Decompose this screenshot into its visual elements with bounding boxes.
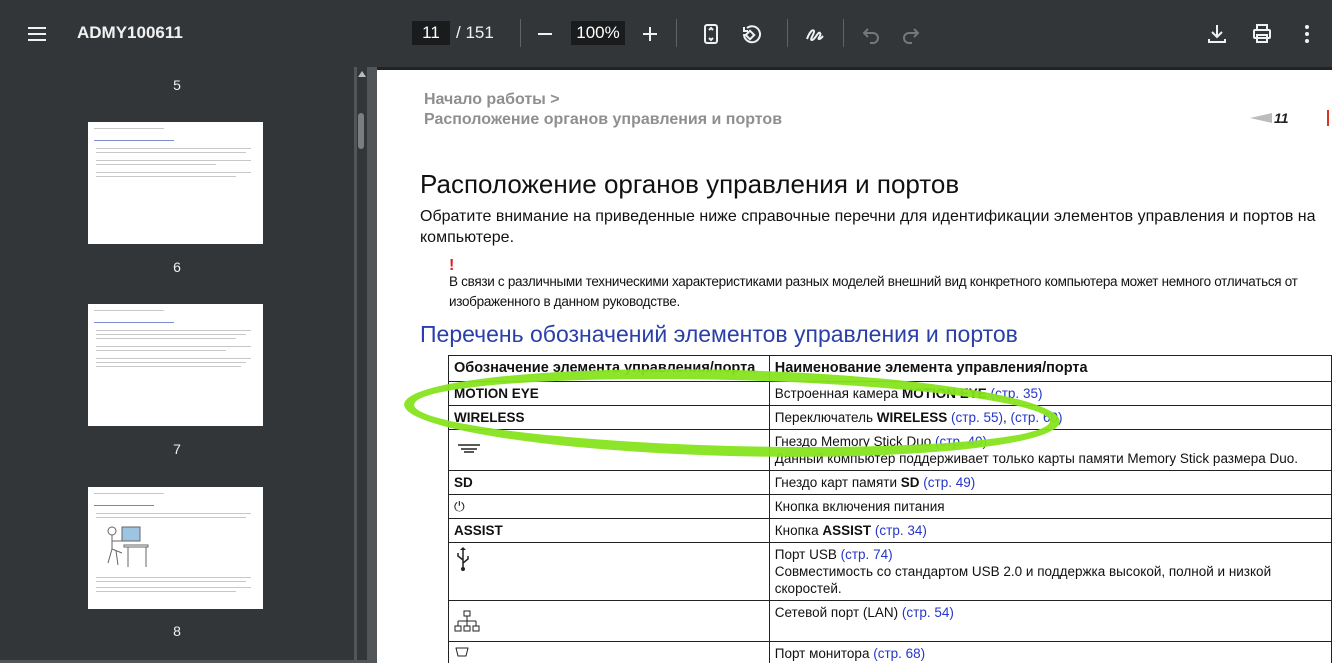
scroll-up-arrow-icon[interactable] <box>358 71 366 77</box>
pdf-toolbar: ADMY100611 11 / 151 100% <box>0 0 1332 67</box>
zoom-out-button[interactable] <box>527 16 563 52</box>
symbol-cell <box>449 543 770 601</box>
column-header: Обозначение элемента управления/порта <box>449 356 770 382</box>
thumbnail-sidebar: 5 6 7 8 <box>0 67 354 660</box>
symbol-cell <box>449 430 770 471</box>
thumbnail-page-number: 5 <box>0 77 354 93</box>
previous-page-arrow-icon[interactable] <box>1250 113 1272 123</box>
document-title: ADMY100611 <box>77 23 183 43</box>
power-icon: ⏻ <box>449 495 770 519</box>
monitor-port-icon <box>454 646 470 658</box>
breadcrumb-current: Расположение органов управления и портов <box>424 110 782 130</box>
table-row: MOTION EYE Встроенная камера MOTION EYE … <box>449 382 1332 406</box>
name-cell: Сетевой порт (LAN) (стр. 54) <box>769 601 1331 642</box>
name-cell: Порт USB (стр. 74)Совместимость со станд… <box>769 543 1331 601</box>
table-row: Сетевой порт (LAN) (стр. 54) <box>449 601 1332 642</box>
thumbnail-page-number: 6 <box>0 259 354 275</box>
controls-table: Обозначение элемента управления/порта На… <box>448 355 1332 663</box>
page-link[interactable]: (стр. 35) <box>991 386 1043 401</box>
thumbnail-page-8[interactable] <box>88 487 263 609</box>
sidebar-scrollbar[interactable] <box>357 67 367 660</box>
table-row: Гнездо Memory Stick Duo (стр. 40)Данный … <box>449 430 1332 471</box>
breadcrumb-section: Начало работы > <box>424 90 782 110</box>
ergonomics-illustration <box>102 521 152 569</box>
symbol-cell: MOTION EYE <box>449 382 770 406</box>
redo-icon[interactable] <box>893 16 929 52</box>
page-heading: Расположение органов управления и портов <box>420 169 959 200</box>
page-marker-bar <box>1327 110 1329 126</box>
name-cell: Гнездо карт памяти SD (стр. 49) <box>769 471 1331 495</box>
name-cell: Встроенная камера MOTION EYE (стр. 35) <box>769 382 1331 406</box>
network-port-icon <box>454 610 480 634</box>
page-link[interactable]: (стр. 40) <box>935 434 987 449</box>
fit-page-icon[interactable] <box>693 16 729 52</box>
intro-paragraph: Обратите внимание на приведенные ниже сп… <box>420 206 1330 248</box>
more-options-icon[interactable] <box>1289 16 1325 52</box>
download-icon[interactable] <box>1199 16 1235 52</box>
zoom-in-button[interactable] <box>632 16 668 52</box>
page-link[interactable]: (стр. 68) <box>873 646 925 661</box>
usb-icon <box>454 546 472 572</box>
zoom-level-input[interactable]: 100% <box>571 21 625 45</box>
table-row: ASSIST Кнопка ASSIST (стр. 34) <box>449 519 1332 543</box>
table-row: Порт USB (стр. 74)Совместимость со станд… <box>449 543 1332 601</box>
symbol-cell: SD <box>449 471 770 495</box>
page-total: / 151 <box>456 23 494 43</box>
name-cell: Гнездо Memory Stick Duo (стр. 40)Данный … <box>769 430 1331 471</box>
thumbnail-page-number: 8 <box>0 623 354 639</box>
toolbar-divider <box>787 19 788 47</box>
page-number: 11 <box>1274 110 1289 126</box>
toolbar-divider <box>520 19 521 47</box>
symbol-cell: WIRELESS <box>449 406 770 430</box>
table-row: ⏻ Кнопка включения питания <box>449 495 1332 519</box>
section-heading: Перечень обозначений элементов управлени… <box>420 321 1018 348</box>
scrollbar-thumb[interactable] <box>358 113 364 149</box>
page-number-input[interactable]: 11 <box>412 21 450 45</box>
thumbnail-page-7[interactable] <box>88 304 263 426</box>
page-link[interactable]: (стр. 74) <box>841 547 893 562</box>
page-link[interactable]: (стр. 60) <box>1011 410 1063 425</box>
undo-icon[interactable] <box>853 16 889 52</box>
symbol-cell: ASSIST <box>449 519 770 543</box>
page-link[interactable]: (стр. 55) <box>951 410 1003 425</box>
hamburger-menu-icon[interactable] <box>19 16 55 52</box>
table-row: WIRELESS Переключатель WIRELESS (стр. 55… <box>449 406 1332 430</box>
toolbar-divider <box>843 19 844 47</box>
draw-annotation-icon[interactable] <box>797 16 833 52</box>
column-header: Наименование элемента управления/порта <box>769 356 1331 382</box>
thumbnail-page-number: 7 <box>0 441 354 457</box>
symbol-cell <box>449 601 770 642</box>
name-cell: Кнопка ASSIST (стр. 34) <box>769 519 1331 543</box>
rotate-icon[interactable] <box>733 16 769 52</box>
pdf-page: Начало работы > Расположение органов упр… <box>377 67 1332 663</box>
page-link[interactable]: (стр. 34) <box>875 523 927 538</box>
name-cell: Кнопка включения питания <box>769 495 1331 519</box>
toolbar-divider <box>676 19 677 47</box>
page-link[interactable]: (стр. 49) <box>923 475 975 490</box>
page-link[interactable]: (стр. 54) <box>902 605 954 620</box>
warning-text: В связи с различными техническими характ… <box>449 272 1329 312</box>
thumbnail-page-6[interactable] <box>88 122 263 244</box>
memory-stick-icon <box>454 433 484 455</box>
print-icon[interactable] <box>1244 16 1280 52</box>
table-row: SD Гнездо карт памяти SD (стр. 49) <box>449 471 1332 495</box>
breadcrumb: Начало работы > Расположение органов упр… <box>424 90 782 130</box>
name-cell: Переключатель WIRELESS (стр. 55), (стр. … <box>769 406 1331 430</box>
table-header-row: Обозначение элемента управления/порта На… <box>449 356 1332 382</box>
